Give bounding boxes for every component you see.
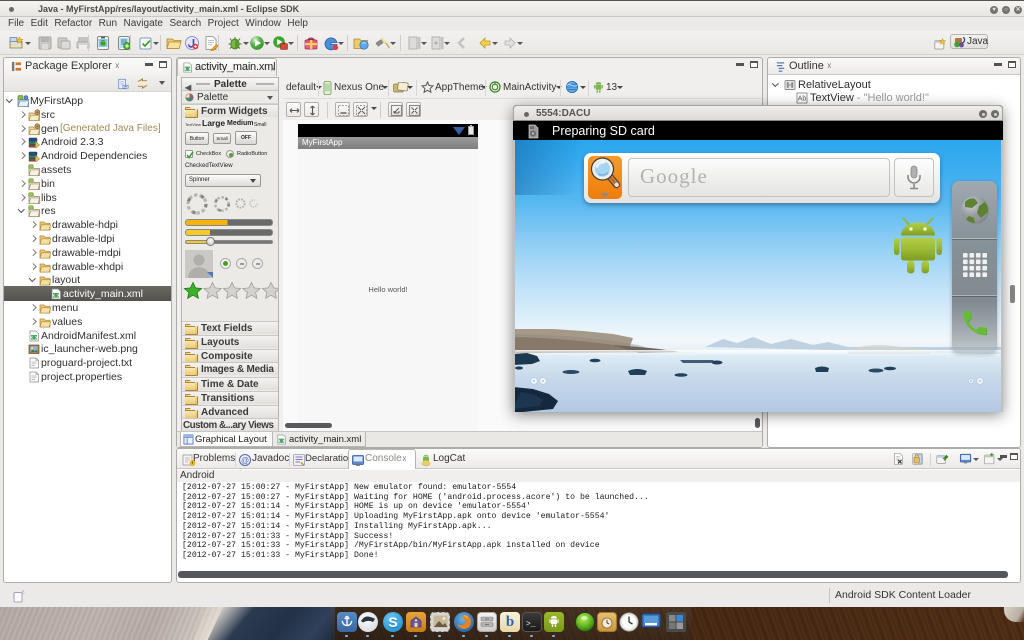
svg-text:Ab: Ab xyxy=(798,96,807,103)
svg-text:@: @ xyxy=(241,456,249,465)
